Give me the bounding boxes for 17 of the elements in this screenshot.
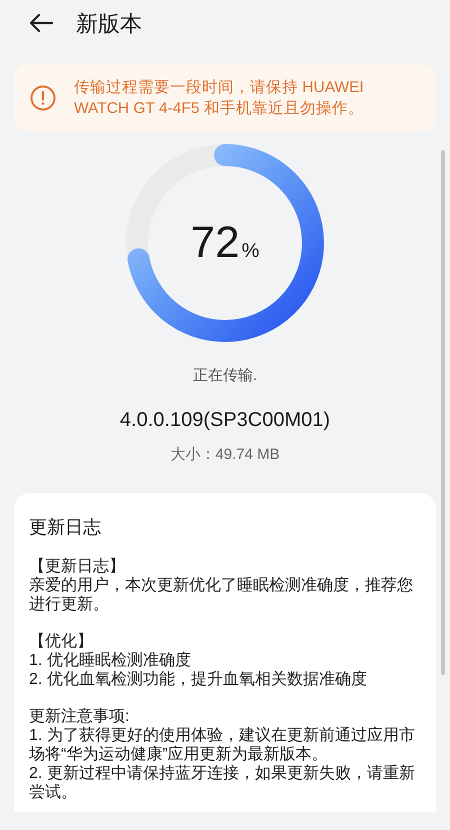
changelog-text: 2. 优化血氧检测功能，提升血氧相关数据准确度 xyxy=(29,670,368,689)
warning-icon xyxy=(30,84,56,110)
changelog-text: 更新注意事项: xyxy=(29,707,130,726)
changelog-text: 亲爱的用户，本次更新优化了睡眠检测准确度，推荐您进行更新。 xyxy=(29,576,414,614)
back-icon[interactable] xyxy=(28,13,54,33)
version-text: 4.0.0.109(SP3C00M01) xyxy=(120,408,330,432)
changelog-text: 【更新日志】 xyxy=(29,557,126,576)
changelog-text: 1. 为了获得更好的使用体验，建议在更新前通过应用市场将“华为运动健康”应用更新为最新版本。 xyxy=(29,726,415,764)
notice-text: 传输过程需要一段时间，请保持 HUAWEI WATCH GT 4-4F5 和手机靠近且勿操作。 xyxy=(74,78,365,118)
changelog-text: 【优化】 xyxy=(29,632,94,651)
changelog-text: 1. 优化睡眠检测准确度 xyxy=(29,651,192,670)
progress-percent: 72% xyxy=(190,221,260,265)
changelog-text: 2. 更新过程中请保持蓝牙连接，如果更新失败，请重新尝试。 xyxy=(29,764,415,802)
size-text: 大小：49.74 MB xyxy=(170,444,280,464)
changelog-title: 更新日志 xyxy=(29,516,102,539)
status-text: 正在传输. xyxy=(192,366,258,386)
page-title: 新版本 xyxy=(76,10,142,38)
